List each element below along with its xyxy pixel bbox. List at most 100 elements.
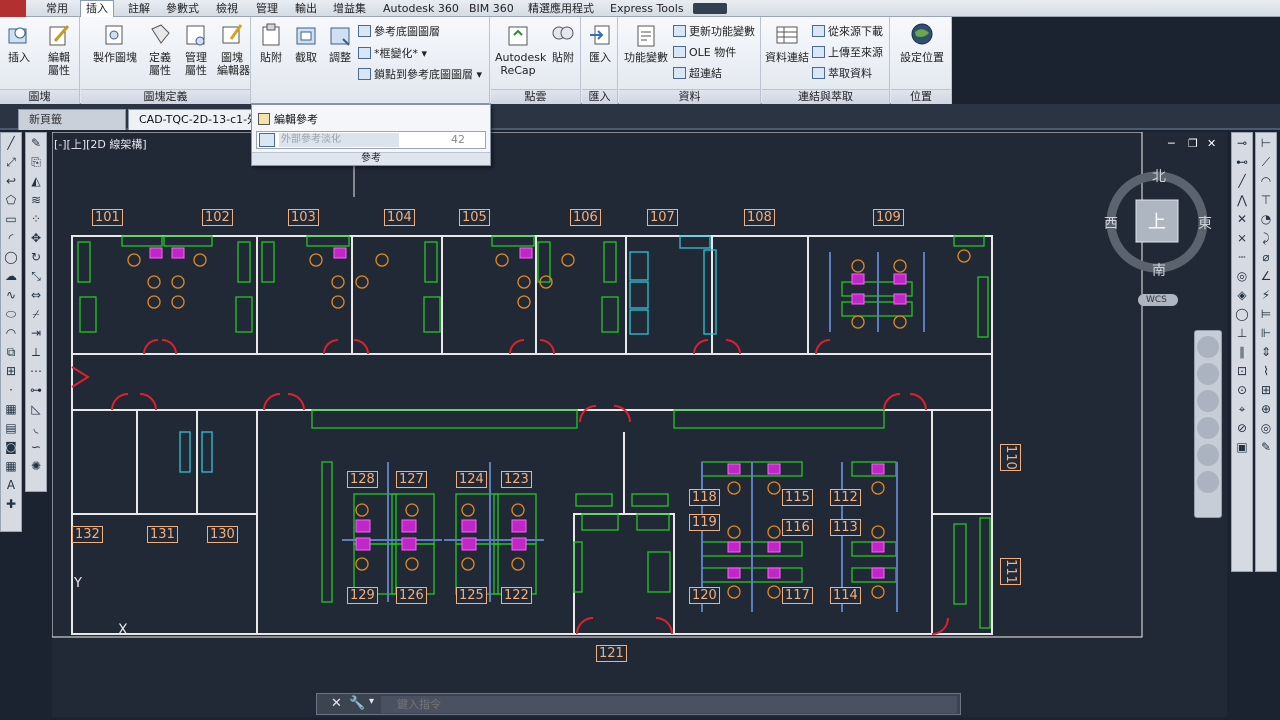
recent-commands-icon[interactable]: ▾ (369, 696, 374, 707)
ribbon-minimize-toggle[interactable] (693, 3, 727, 14)
tab-view[interactable]: 檢視 (216, 1, 238, 17)
tab-featured-apps[interactable]: 精選應用程式 (528, 1, 594, 17)
extract-data-button[interactable]: 萃取資料 (812, 67, 872, 81)
tab-autodesk360[interactable]: Autodesk 360 (383, 1, 459, 17)
panel-link-extract-title[interactable]: 連結與萃取 (762, 89, 889, 104)
gradient-icon[interactable]: ▤ (2, 420, 20, 437)
set-location-button[interactable]: 設定位置 (899, 21, 945, 64)
break-at-point-icon[interactable]: ⟂ (27, 344, 45, 361)
mirror-icon[interactable]: ◭ (27, 173, 45, 190)
tab-annotate[interactable]: 註解 (128, 1, 150, 17)
drawing-viewport[interactable]: [-][上][2D 線架構] ─ ❐ ✕ 101 102 103 104 105… (52, 132, 1227, 717)
snap-node-icon[interactable]: ⊙ (1233, 382, 1251, 399)
table-icon[interactable]: ▦ (2, 458, 20, 475)
snap-to-underlays-dropdown[interactable]: 鎖點到參考底圖圖層 ▾ (358, 68, 482, 82)
ellipse-arc-icon[interactable]: ◠ (2, 325, 20, 342)
panel-location-title[interactable]: 位置 (891, 89, 951, 104)
compass-south[interactable]: 南 (1152, 260, 1166, 280)
tab-parametric[interactable]: 參數式 (166, 1, 199, 17)
snap-intersection-icon[interactable]: ✕ (1233, 211, 1251, 228)
panel-block-title[interactable]: 圖塊 (0, 89, 79, 104)
multiline-text-icon[interactable]: A (2, 477, 20, 494)
hyperlink-button[interactable]: 超連結 (673, 67, 722, 81)
aligned-dim-icon[interactable]: ⟋ (1257, 154, 1275, 171)
tab-output[interactable]: 輸出 (295, 1, 317, 17)
rotate-icon[interactable]: ↻ (27, 249, 45, 266)
command-input[interactable] (381, 696, 957, 713)
frame-variable-dropdown[interactable]: *框變化* ▾ (358, 47, 427, 61)
panel-point-cloud-title[interactable]: 點雲 (491, 89, 580, 104)
inspection-icon[interactable]: ◎ (1257, 420, 1275, 437)
download-from-source-button[interactable]: 從來源下載 (812, 25, 883, 39)
array-icon[interactable]: ⁘ (27, 211, 45, 228)
tab-home[interactable]: 常用 (46, 1, 68, 17)
attach-point-cloud-button[interactable]: 貼附 (549, 21, 577, 64)
tab-express-tools[interactable]: Express Tools (610, 1, 684, 17)
snap-insert-icon[interactable]: ⊡ (1233, 363, 1251, 380)
offset-icon[interactable]: ≋ (27, 192, 45, 209)
quick-dim-icon[interactable]: ⚡ (1257, 287, 1275, 304)
update-fields-button[interactable]: 更新功能變數 (673, 25, 755, 39)
snap-from-icon[interactable]: ⊷ (1233, 154, 1251, 171)
define-attributes-button[interactable]: 定義 屬性 (147, 21, 173, 77)
explode-icon[interactable]: ✺ (27, 458, 45, 475)
osnap-settings-icon[interactable]: ▣ (1233, 439, 1251, 456)
tolerance-icon[interactable]: ⊞ (1257, 382, 1275, 399)
arc-length-icon[interactable]: ◠ (1257, 173, 1275, 190)
field-button[interactable]: 功能變數 (623, 21, 669, 64)
snap-midpoint-icon[interactable]: ⋀ (1233, 192, 1251, 209)
extend-icon[interactable]: ⇥ (27, 325, 45, 342)
underlay-layers-button[interactable]: 參考底圖圖層 (358, 25, 440, 39)
snap-perpendicular-icon[interactable]: ⊥ (1233, 325, 1251, 342)
tab-manage[interactable]: 管理 (256, 1, 278, 17)
edit-reference-button[interactable]: 編輯參考 (258, 111, 318, 127)
panel-data-title[interactable]: 資料 (619, 89, 760, 104)
showmotion-icon[interactable] (1197, 444, 1219, 466)
snap-quadrant-icon[interactable]: ◈ (1233, 287, 1251, 304)
upload-to-source-button[interactable]: 上傳至來源 (812, 46, 883, 60)
tab-current-drawing[interactable]: CAD-TQC-2D-13-c1-外 (128, 109, 252, 130)
diameter-icon[interactable]: ⌀ (1257, 249, 1275, 266)
center-mark-icon[interactable]: ⊕ (1257, 401, 1275, 418)
hatch-icon[interactable]: ▦ (2, 401, 20, 418)
trim-icon[interactable]: ⌿ (27, 306, 45, 323)
region-icon[interactable]: ◙ (2, 439, 20, 456)
move-icon[interactable]: ✥ (27, 230, 45, 247)
app-menu-button[interactable] (0, 0, 26, 17)
clip-button[interactable]: 截取 (292, 21, 320, 64)
temp-track-icon[interactable]: ⊸ (1233, 135, 1251, 152)
point-icon[interactable]: · (2, 382, 20, 399)
ordinate-icon[interactable]: ⊤ (1257, 192, 1275, 209)
attach-button[interactable]: 貼附 (257, 21, 285, 64)
orbit-icon[interactable] (1197, 417, 1219, 439)
spline-icon[interactable]: ∿ (2, 287, 20, 304)
snap-endpoint-icon[interactable]: ╱ (1233, 173, 1251, 190)
snap-nearest-icon[interactable]: ⌖ (1233, 401, 1251, 418)
pan-icon[interactable] (1197, 363, 1219, 385)
tab-addins[interactable]: 增益集 (333, 1, 366, 17)
jogged-icon[interactable]: ⤸ (1257, 230, 1275, 247)
ole-object-button[interactable]: OLE 物件 (673, 46, 736, 60)
continue-icon[interactable]: ⊩ (1257, 325, 1275, 342)
xref-fade-slider[interactable]: 外部參考淡化 42 (256, 131, 486, 149)
dim-space-icon[interactable]: ⇕ (1257, 344, 1275, 361)
xref-fade-value[interactable]: 42 (433, 133, 483, 147)
snap-none-icon[interactable]: ⊘ (1233, 420, 1251, 437)
reference-panel-title[interactable]: 參考 (252, 152, 490, 165)
tab-new-page[interactable]: 新頁籤 (18, 109, 126, 130)
insert-block-button[interactable]: 插入 (5, 21, 33, 64)
chamfer-icon[interactable]: ◺ (27, 401, 45, 418)
command-close-icon[interactable]: ✕ (331, 696, 342, 711)
snap-center-icon[interactable]: ◎ (1233, 268, 1251, 285)
revision-cloud-icon[interactable]: ☁ (2, 268, 20, 285)
edit-attributes-button[interactable]: 編輯 屬性 (42, 21, 76, 77)
arc-icon[interactable]: ◜ (2, 230, 20, 247)
import-button[interactable]: 匯入 (586, 21, 614, 64)
make-block-icon[interactable]: ⊞ (2, 363, 20, 380)
construction-line-icon[interactable]: ⤢ (2, 154, 20, 171)
radius-icon[interactable]: ◔ (1257, 211, 1275, 228)
zoom-extents-icon[interactable] (1197, 390, 1219, 412)
command-customize-icon[interactable]: 🔧 (349, 696, 365, 711)
line-icon[interactable]: ╱ (2, 135, 20, 152)
scale-icon[interactable]: ⤡ (27, 268, 45, 285)
